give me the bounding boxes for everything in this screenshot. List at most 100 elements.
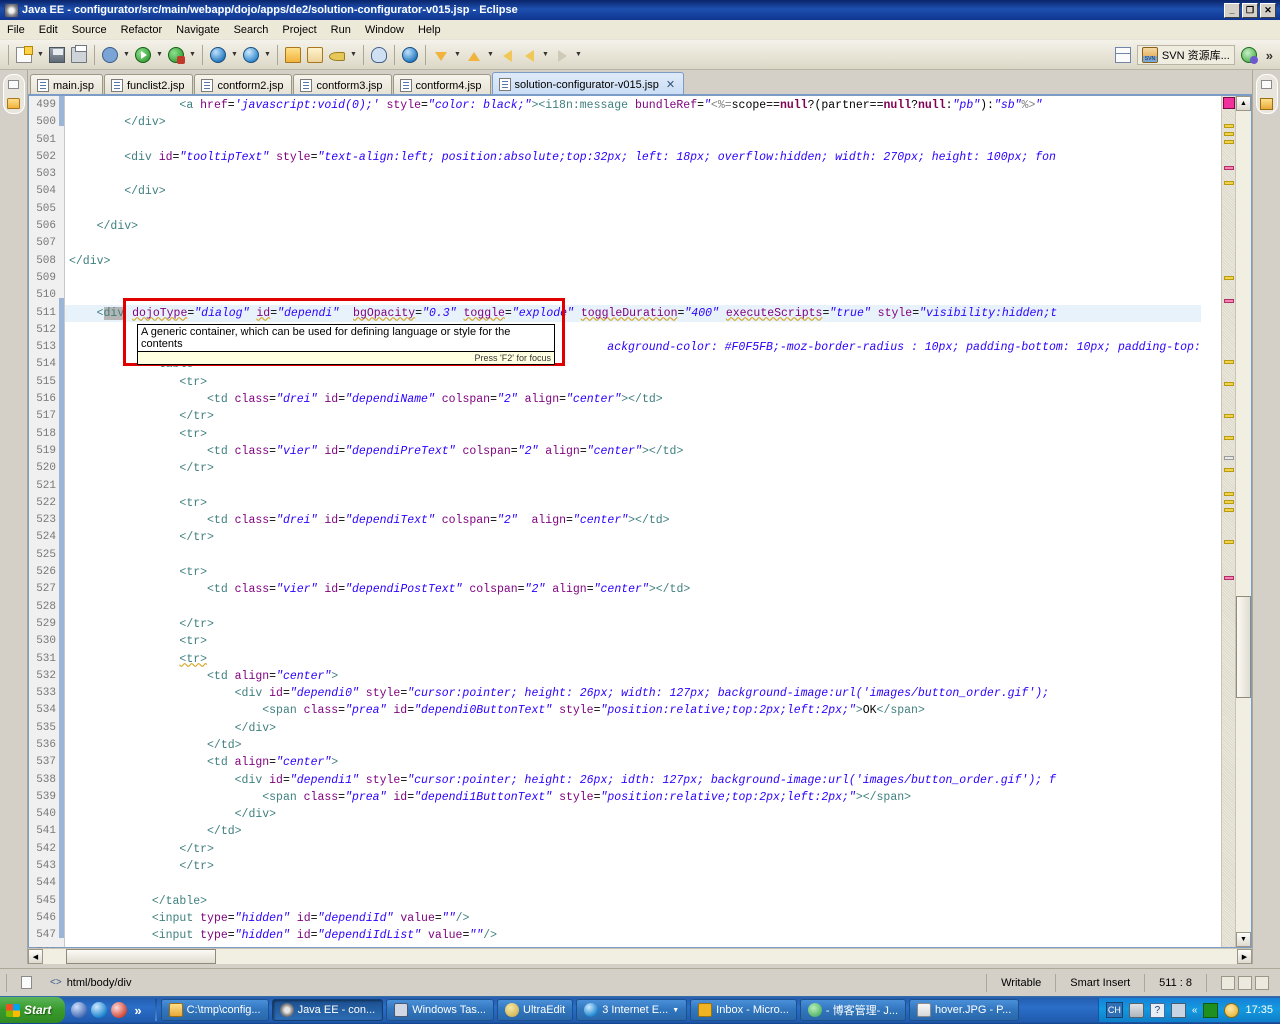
- code-line[interactable]: <span class="prea" id="dependi1ButtonTex…: [65, 789, 1201, 806]
- new-wizard-dropdown-arrow[interactable]: ▼: [35, 44, 46, 66]
- taskbar-button-4[interactable]: 3 Internet E...▼: [576, 999, 687, 1021]
- window-controls[interactable]: _ ❐ ✕: [1224, 3, 1278, 18]
- breadcrumb[interactable]: <> html/body/div: [40, 977, 132, 989]
- code-line[interactable]: </div>: [65, 183, 1201, 200]
- print-icon[interactable]: [68, 44, 90, 66]
- perspective-svn-repository[interactable]: SVN 资源库...: [1137, 45, 1235, 65]
- next-annotation-dropdown-arrow[interactable]: ▼: [452, 44, 463, 66]
- taskbar-button-7[interactable]: hover.JPG - P...: [909, 999, 1019, 1021]
- menu-run[interactable]: Run: [324, 22, 358, 38]
- code-line[interactable]: </div>: [65, 720, 1201, 737]
- code-line[interactable]: <div dojoType="dialog" id="dependi" bgOp…: [65, 305, 1201, 322]
- run-dropdown-arrow[interactable]: ▼: [154, 44, 165, 66]
- overview-marker-warn[interactable]: [1224, 276, 1234, 280]
- editor-tab-contform4-jsp[interactable]: contform4.jsp: [393, 74, 491, 96]
- code-line[interactable]: <a href='javascript:void(0);' style="col…: [65, 97, 1201, 114]
- code-line[interactable]: </td>: [65, 823, 1201, 840]
- menu-search[interactable]: Search: [227, 22, 276, 38]
- code-line[interactable]: [65, 235, 1201, 252]
- outline-view-icon[interactable]: [1257, 94, 1277, 113]
- code-line[interactable]: <input type="hidden" id="dependiId" valu…: [65, 910, 1201, 927]
- code-line[interactable]: [65, 875, 1201, 892]
- code-line[interactable]: [65, 287, 1201, 304]
- overview-marker-warn[interactable]: [1224, 181, 1234, 185]
- menu-refactor[interactable]: Refactor: [114, 22, 170, 38]
- code-line[interactable]: </tr>: [65, 616, 1201, 633]
- open-folder-alt-icon[interactable]: [304, 44, 326, 66]
- project-explorer-icon[interactable]: [4, 94, 24, 113]
- menu-help[interactable]: Help: [411, 22, 448, 38]
- status-box-1[interactable]: [1221, 976, 1235, 990]
- fast-view-pill[interactable]: [3, 74, 25, 114]
- code-line[interactable]: <td class="drei" id="dependiText" colspa…: [65, 512, 1201, 529]
- code-line[interactable]: </tr>: [65, 529, 1201, 546]
- back-icon[interactable]: [518, 44, 540, 66]
- vertical-scrollbar[interactable]: ▲ ▼: [1235, 96, 1251, 947]
- network-icon[interactable]: [1171, 1003, 1186, 1018]
- open-folder-icon[interactable]: [282, 44, 304, 66]
- code-line[interactable]: [65, 166, 1201, 183]
- code-line[interactable]: <td align="center">: [65, 668, 1201, 685]
- menu-project[interactable]: Project: [275, 22, 323, 38]
- code-line[interactable]: [65, 132, 1201, 149]
- save-icon[interactable]: [46, 44, 68, 66]
- previous-annotation-icon[interactable]: [463, 44, 485, 66]
- taskbar-button-6[interactable]: - 博客管理- J...: [800, 999, 906, 1021]
- restore-right-icon[interactable]: [1257, 75, 1277, 94]
- code-line[interactable]: <span class="prea" id="dependi0ButtonTex…: [65, 702, 1201, 719]
- code-line[interactable]: <tr>: [65, 495, 1201, 512]
- code-line[interactable]: </div>: [65, 253, 1201, 270]
- source-editor[interactable]: 4995005015025035045055065075085095105115…: [28, 96, 1252, 948]
- code-line[interactable]: [65, 478, 1201, 495]
- clock[interactable]: 17:35: [1245, 1004, 1273, 1016]
- code-line[interactable]: <tr>: [65, 564, 1201, 581]
- code-line[interactable]: </tr>: [65, 858, 1201, 875]
- editor-tab-main-jsp[interactable]: main.jsp: [30, 74, 103, 96]
- java-ee-perspective-icon[interactable]: [1238, 44, 1260, 66]
- menu-source[interactable]: Source: [65, 22, 114, 38]
- new-server-icon[interactable]: [240, 44, 262, 66]
- run-server-dropdown-arrow[interactable]: ▼: [187, 44, 198, 66]
- overview-marker-warn[interactable]: [1224, 382, 1234, 386]
- previous-annotation-dropdown-arrow[interactable]: ▼: [485, 44, 496, 66]
- status-box-3[interactable]: [1255, 976, 1269, 990]
- code-line[interactable]: <td class="vier" id="dependiPreText" col…: [65, 443, 1201, 460]
- editor-tab-contform3-jsp[interactable]: contform3.jsp: [293, 74, 391, 96]
- code-line[interactable]: <tr>: [65, 426, 1201, 443]
- code-text[interactable]: <a href='javascript:void(0);' style="col…: [65, 97, 1201, 947]
- close-tab-icon[interactable]: ✕: [666, 78, 675, 91]
- scroll-up-arrow[interactable]: ▲: [1236, 96, 1251, 111]
- code-line[interactable]: <tr>: [65, 651, 1201, 668]
- code-line[interactable]: <div id="dependi1" style="cursor:pointer…: [65, 772, 1201, 789]
- scroll-right-arrow[interactable]: ▶: [1237, 949, 1252, 964]
- close-button[interactable]: ✕: [1260, 3, 1276, 18]
- menu-navigate[interactable]: Navigate: [169, 22, 226, 38]
- overview-marker-warn[interactable]: [1224, 436, 1234, 440]
- code-line[interactable]: <div id="tooltipText" style="text-align:…: [65, 149, 1201, 166]
- code-line[interactable]: [65, 945, 1201, 947]
- taskbar-group-caret[interactable]: ▼: [672, 1007, 679, 1014]
- debug-dropdown-arrow[interactable]: ▼: [121, 44, 132, 66]
- debug-icon[interactable]: [99, 44, 121, 66]
- editor-tab-contform2-jsp[interactable]: contform2.jsp: [194, 74, 292, 96]
- open-perspective-icon[interactable]: [1112, 44, 1134, 66]
- search-icon[interactable]: [368, 44, 390, 66]
- overview-ruler[interactable]: [1221, 96, 1235, 947]
- overview-marker-warn[interactable]: [1224, 414, 1234, 418]
- quick-launch-overflow[interactable]: »: [131, 1003, 144, 1018]
- overview-marker-warn[interactable]: [1224, 140, 1234, 144]
- code-line[interactable]: </tr>: [65, 408, 1201, 425]
- start-button[interactable]: Start: [0, 997, 65, 1023]
- code-line[interactable]: <td align="center">: [65, 754, 1201, 771]
- key-dropdown-arrow[interactable]: ▼: [348, 44, 359, 66]
- vertical-scroll-thumb[interactable]: [1236, 596, 1251, 698]
- code-line[interactable]: </tr>: [65, 460, 1201, 477]
- show-desktop-icon[interactable]: [71, 1002, 87, 1018]
- new-wizard-icon[interactable]: [13, 44, 35, 66]
- next-annotation-icon[interactable]: [430, 44, 452, 66]
- code-line[interactable]: </table>: [65, 893, 1201, 910]
- open-browser-icon[interactable]: [399, 44, 421, 66]
- editor-tab-funclist2-jsp[interactable]: funclist2.jsp: [104, 74, 193, 96]
- minimize-button[interactable]: _: [1224, 3, 1240, 18]
- code-line[interactable]: </td>: [65, 737, 1201, 754]
